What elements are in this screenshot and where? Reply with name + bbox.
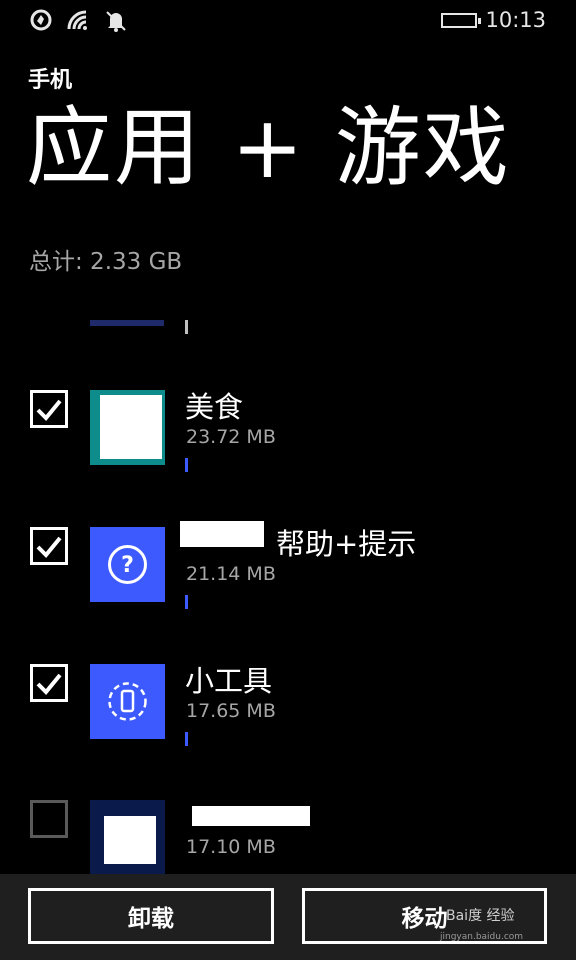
app-size: 17.10 MB: [186, 836, 276, 858]
battery-icon: [441, 13, 481, 28]
select-checkbox[interactable]: [30, 664, 68, 702]
usage-bar: [185, 595, 188, 609]
page-subtitle: 手机: [28, 68, 73, 93]
watermark: Bai度 经验: [446, 908, 515, 924]
onedrive-icon: [90, 800, 165, 875]
status-bar: 10:13: [0, 0, 576, 42]
list-item[interactable]: 小工具 17.65 MB: [0, 664, 576, 784]
select-checkbox[interactable]: [30, 527, 68, 565]
select-checkbox[interactable]: [30, 390, 68, 428]
redaction-block: [180, 521, 264, 547]
app-size: 17.65 MB: [186, 700, 276, 722]
status-time: 10:13: [485, 8, 546, 32]
wifi-icon: [66, 9, 90, 35]
page-title: 应用 + 游戏: [26, 98, 511, 198]
uninstall-button[interactable]: 卸载: [28, 888, 274, 944]
app-name: 小工具: [185, 664, 273, 698]
app-size: 21.14 MB: [186, 563, 276, 585]
storage-total: 总计: 2.33 GB: [29, 249, 183, 275]
food-app-icon: [90, 390, 165, 465]
redaction-block: [192, 806, 310, 826]
app-tile-partial: [90, 320, 164, 326]
watermark-url: jingyan.baidu.com: [440, 932, 524, 942]
svg-text:?: ?: [121, 553, 134, 578]
app-name: 美食: [185, 390, 244, 424]
app-size: 23.72 MB: [186, 426, 276, 448]
app-name: 帮助+提示: [276, 527, 417, 561]
list-item[interactable]: 美食 23.72 MB: [0, 390, 576, 510]
quiet-hours-bell-icon: [104, 9, 128, 37]
usage-bar-partial: [185, 320, 188, 334]
phone-tools-icon: [90, 664, 165, 739]
select-checkbox[interactable]: [30, 800, 68, 838]
list-item[interactable]: ? 帮助+提示 21.14 MB: [0, 521, 576, 647]
usage-bar: [185, 732, 188, 746]
data-sense-icon: [30, 9, 52, 35]
usage-bar: [185, 458, 188, 472]
help-question-icon: ?: [90, 527, 165, 602]
